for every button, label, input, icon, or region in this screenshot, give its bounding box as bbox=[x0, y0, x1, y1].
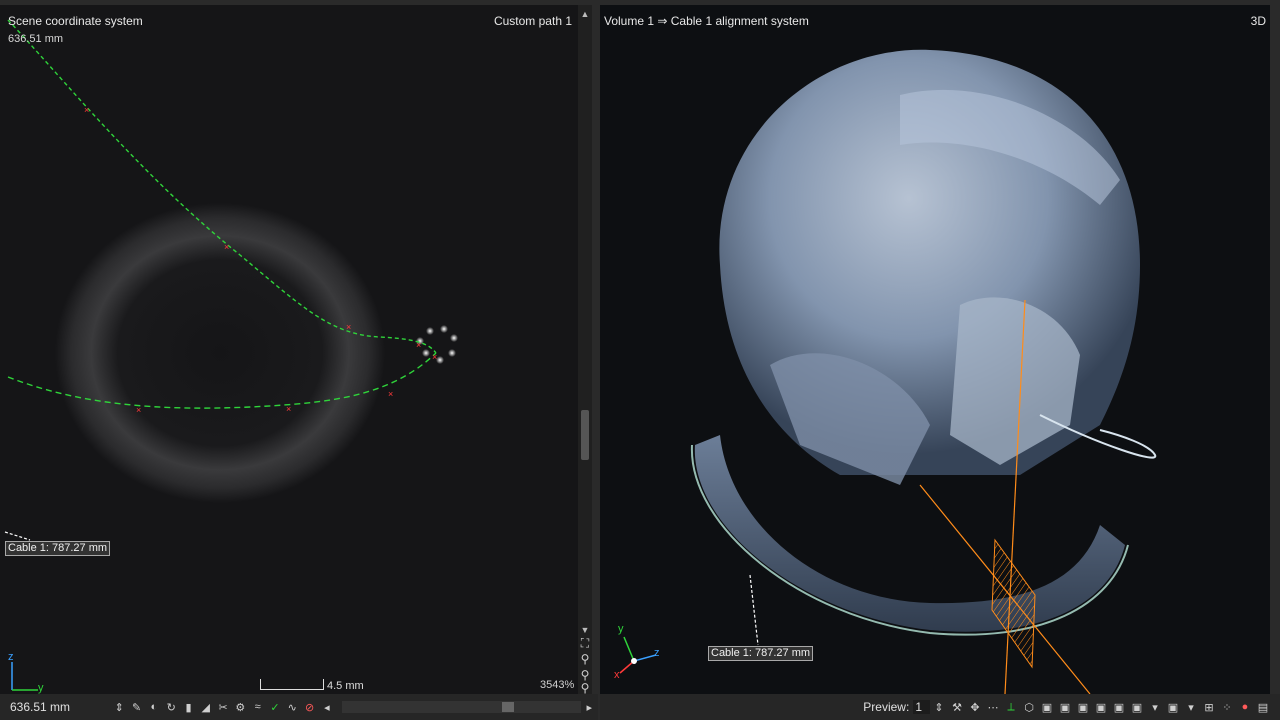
svg-text:×: × bbox=[416, 340, 421, 350]
pen-icon[interactable]: ✎ bbox=[129, 699, 144, 715]
preview-value[interactable]: 1 bbox=[913, 700, 930, 714]
svg-text:×: × bbox=[286, 404, 291, 414]
scrollbar-thumb[interactable] bbox=[581, 410, 589, 460]
cable-length-tag[interactable]: Cable 1: 787.27 mm bbox=[5, 541, 111, 556]
link-icon[interactable]: ∿ bbox=[285, 699, 300, 715]
no-link-icon[interactable]: ⊘ bbox=[302, 699, 317, 715]
svg-text:×: × bbox=[224, 242, 229, 252]
zoom-level: 3543% bbox=[540, 679, 575, 691]
axis-z-label: z bbox=[8, 651, 14, 663]
scale-bar bbox=[260, 679, 324, 690]
zoom-out-icon[interactable]: ⚲ bbox=[578, 652, 592, 666]
left-arrow-icon[interactable]: ◂ bbox=[319, 699, 334, 715]
svg-text:×: × bbox=[346, 322, 351, 332]
view-mode-label: 3D bbox=[1250, 14, 1266, 28]
record-icon[interactable]: ● bbox=[1237, 699, 1253, 715]
menu-icon[interactable]: ▤ bbox=[1255, 699, 1271, 715]
search-icon[interactable]: ⚲ bbox=[578, 681, 592, 695]
axis-x-label: x bbox=[614, 669, 620, 681]
right-arrow-icon[interactable]: ▸ bbox=[582, 699, 597, 715]
scrollbar-thumb[interactable] bbox=[501, 702, 514, 712]
cable-length-tag[interactable]: Cable 1: 787.27 mm bbox=[708, 646, 814, 661]
dropdown-icon[interactable]: ▾ bbox=[1147, 699, 1163, 715]
render-icon[interactable]: ▣ bbox=[1111, 699, 1127, 715]
svg-text:×: × bbox=[388, 389, 393, 399]
gradient-icon[interactable]: ▮ bbox=[181, 699, 196, 715]
cube-icon[interactable]: ⬡ bbox=[1021, 699, 1037, 715]
scale-label: 4.5 mm bbox=[327, 680, 364, 692]
camera-icon[interactable]: ▣ bbox=[1039, 699, 1055, 715]
ruler-icon[interactable]: ◢ bbox=[198, 699, 213, 715]
tag-leader bbox=[4, 531, 31, 541]
right-3d-view[interactable]: Volume 1 ⇒ Cable 1 alignment system 3D C… bbox=[600, 5, 1270, 694]
tag-leader bbox=[749, 574, 759, 646]
move-icon[interactable]: ✥ bbox=[967, 699, 983, 715]
preview-label: Preview: bbox=[863, 700, 910, 714]
right-view-toolbar: Preview: 1 ⇕ ⚒ ✥ ⋯ ⟂ ⬡ ▣ ▣ ▣ ▣ ▣ ▣ ▾ ▣ ▾… bbox=[600, 694, 1280, 720]
svg-text:×: × bbox=[84, 105, 89, 115]
fit-view-icon[interactable]: ⛶ bbox=[578, 636, 592, 650]
path-label: Custom path 1 bbox=[493, 14, 572, 28]
stepper-icon[interactable]: ⇕ bbox=[931, 699, 947, 715]
axis-y-label: y bbox=[38, 682, 44, 694]
display-icon[interactable]: ▣ bbox=[1165, 699, 1181, 715]
vertical-scrollbar[interactable]: ▲ ▼ bbox=[578, 5, 592, 694]
grid-icon[interactable]: ⊞ bbox=[1201, 699, 1217, 715]
axis-icon[interactable]: ⟂ bbox=[1003, 699, 1019, 715]
left-slice-view[interactable]: × × × × × × × × Scene coordinate system … bbox=[0, 5, 578, 694]
clip-icon[interactable]: ▣ bbox=[1093, 699, 1109, 715]
axis-y-label: y bbox=[618, 623, 624, 635]
alignment-plane[interactable] bbox=[991, 538, 1036, 669]
tube-cross-section bbox=[55, 203, 385, 503]
cut-icon[interactable]: ✂ bbox=[215, 699, 230, 715]
dots-icon[interactable]: ⁘ bbox=[1219, 699, 1235, 715]
horizontal-scrollbar[interactable] bbox=[341, 701, 581, 713]
svg-text:×: × bbox=[432, 352, 437, 362]
render-canvas[interactable] bbox=[600, 5, 1270, 694]
left-view-toolbar: 636.51 mm ⇕ ✎ ◐ ↻ ▮ ◢ ✂ ⚙ ≈ ✓ ∿ ⊘ ◂ ▸ bbox=[0, 694, 598, 720]
layers-icon[interactable]: ▣ bbox=[1075, 699, 1091, 715]
distance-readout: 636.51 mm bbox=[8, 33, 64, 45]
axis-triad-lines bbox=[11, 662, 38, 691]
up-arrow-icon[interactable]: ▲ bbox=[578, 7, 592, 21]
settings-icon[interactable]: ⚙ bbox=[233, 699, 248, 715]
view-title: Scene coordinate system bbox=[8, 14, 143, 28]
rotate-icon[interactable]: ↻ bbox=[164, 699, 179, 715]
contrast-icon[interactable]: ◐ bbox=[146, 699, 161, 715]
separator-icon: ⋯ bbox=[987, 701, 999, 714]
view-icon[interactable]: ▣ bbox=[1129, 699, 1145, 715]
display-dropdown-icon[interactable]: ▾ bbox=[1183, 699, 1199, 715]
transform-icon[interactable]: ⚒ bbox=[949, 699, 965, 715]
distance-field[interactable]: 636.51 mm bbox=[0, 700, 80, 714]
slice-canvas[interactable]: × × × × × × × × bbox=[0, 5, 578, 694]
zoom-in-icon[interactable]: ⚲ bbox=[578, 668, 592, 682]
axis-z-label: z bbox=[654, 647, 660, 659]
view-title: Volume 1 ⇒ Cable 1 alignment system bbox=[604, 14, 809, 28]
wave-icon[interactable]: ≈ bbox=[250, 699, 265, 715]
svg-text:×: × bbox=[136, 405, 141, 415]
light-icon[interactable]: ▣ bbox=[1057, 699, 1073, 715]
move-icon[interactable]: ⇕ bbox=[112, 699, 127, 715]
check-icon[interactable]: ✓ bbox=[267, 699, 282, 715]
